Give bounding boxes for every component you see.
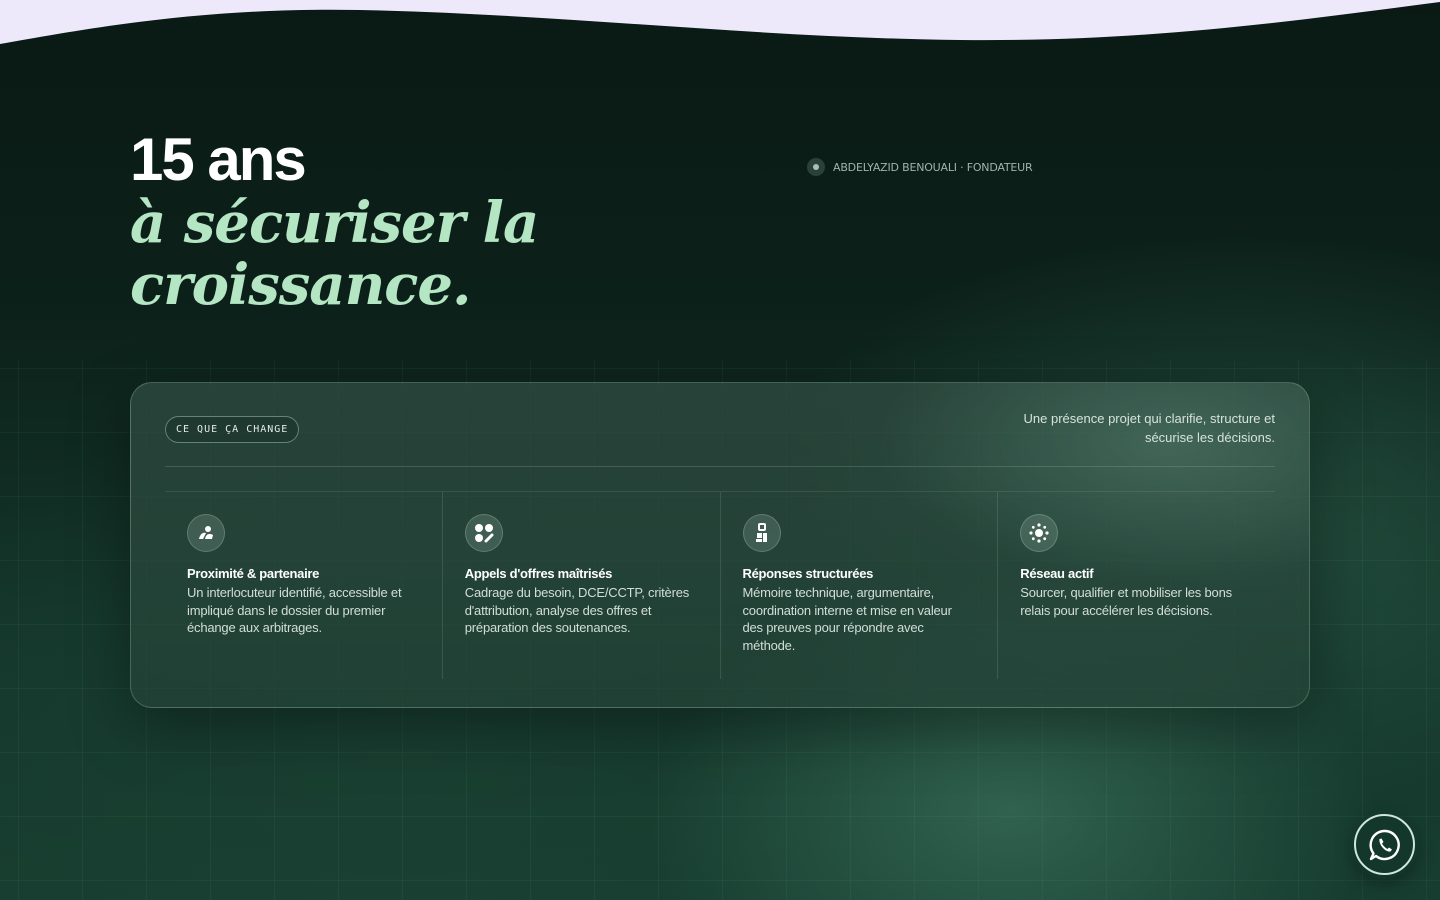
card-tagline: Une présence projet qui clarifie, struct… [1023,411,1275,445]
founder-caption: ABDELYAZID BENOUALI · FONDATEUR [807,158,1033,176]
feature-reseau: Réseau actif Sourcer, qualifier et mobil… [997,492,1275,679]
feature-description: Mémoire technique, argumentaire, coordin… [742,585,952,653]
feature-description: Un interlocuteur identifié, accessible e… [187,585,402,635]
bullet-dot-icon [807,158,825,176]
benefits-card: CE QUE ÇA CHANGE Une présence projet qui… [130,382,1310,708]
hero-title-line3: croissance. [130,252,472,318]
whatsapp-icon [1368,829,1400,860]
feature-title: Proximité & partenaire [187,566,320,581]
section-pill: CE QUE ÇA CHANGE [165,416,300,443]
feature-description: Cadrage du besoin, DCE/CCTP, critères d'… [464,585,690,635]
feature-title: Réseau actif [1020,566,1094,581]
blocks-icon [742,514,781,552]
feature-appels-offres: Appels d'offres maîtrisés Cadrage du bes… [441,492,720,679]
hero-title-line2: à sécuriser la [130,190,539,256]
top-wave-divider [0,0,1440,44]
dots-grid-icon [464,514,503,552]
feature-proximite: Proximité & partenaire Un interlocuteur … [165,492,442,679]
whatsapp-button[interactable] [1354,814,1415,875]
hero-title: 15 ans à sécuriser la croissance. [130,126,539,318]
feature-reponses: Réponses structurées Mémoire technique, … [719,492,998,679]
card-divider [165,466,1275,467]
hero-title-line1: 15 ans [130,126,307,193]
network-icon [1020,514,1059,552]
feature-title: Réponses structurées [742,566,874,581]
feature-title: Appels d'offres maîtrisés [464,566,613,581]
founder-label: ABDELYAZID BENOUALI · FONDATEUR [833,160,1033,174]
people-icon [187,514,225,552]
feature-description: Sourcer, qualifier et mobiliser les bons… [1020,585,1232,618]
features-grid: Proximité & partenaire Un interlocuteur … [165,491,1275,679]
